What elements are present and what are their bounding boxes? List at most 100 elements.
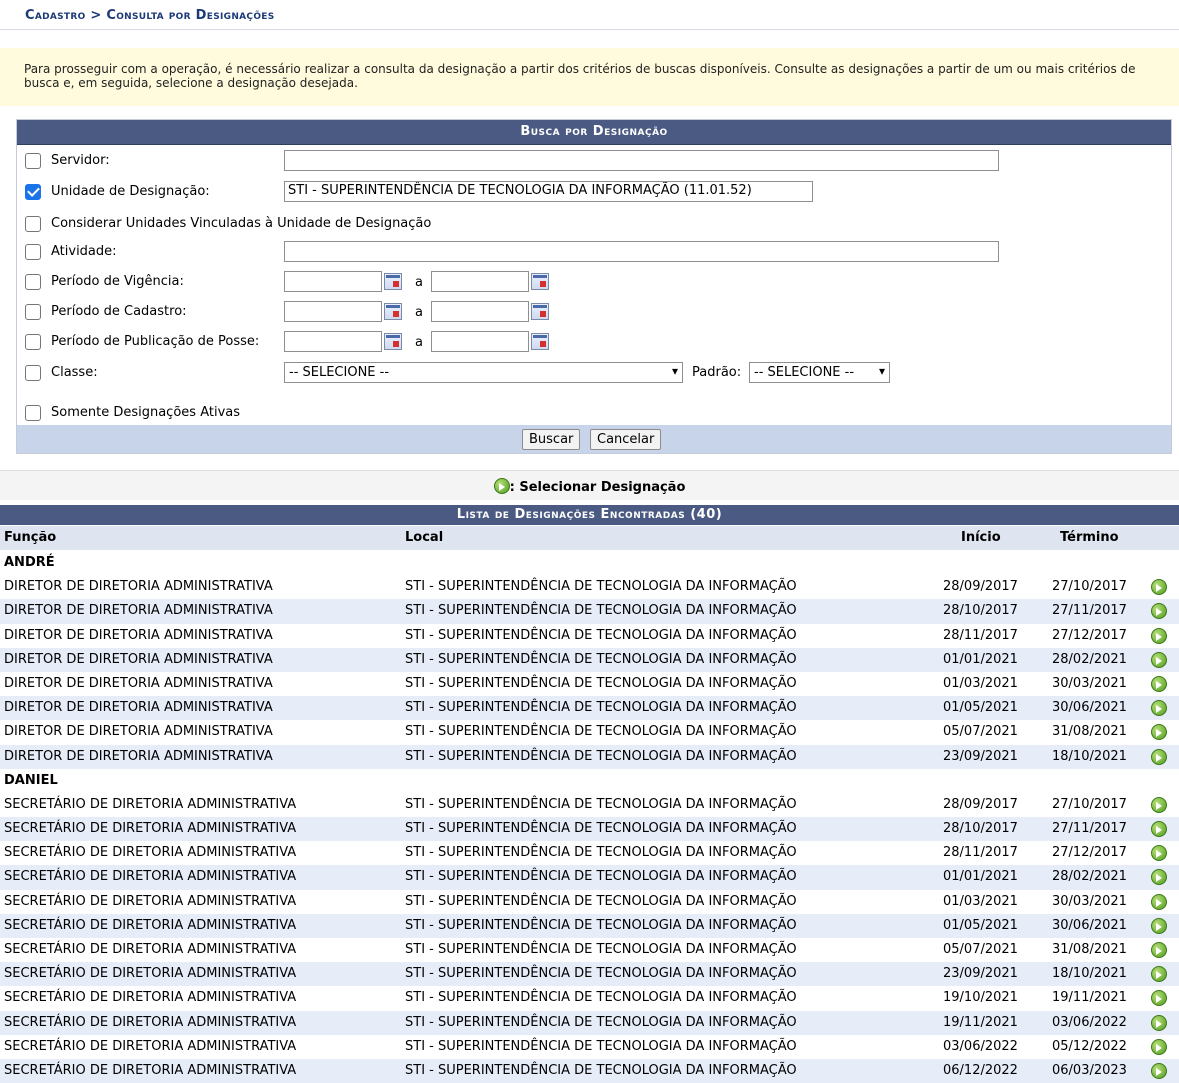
buscar-button[interactable]: Buscar [522,429,581,450]
cell-inicio: 05/07/2021 [943,942,1018,957]
posse-checkbox[interactable] [25,334,41,350]
vinculadas-label: Considerar Unidades Vinculadas à Unidade… [51,216,432,231]
select-arrow-icon[interactable] [1151,942,1167,958]
cell-termino: 27/10/2017 [1052,796,1127,812]
cell-inicio: 19/11/2021 [943,1014,1018,1030]
vigencia-end-input[interactable] [431,271,529,292]
range-separator: a [415,305,423,320]
row-servidor: Servidor: [25,150,1165,172]
select-arrow-icon[interactable] [1151,893,1167,910]
cell-termino: 03/06/2022 [1052,1014,1127,1030]
table-row: SECRETÁRIO DE DIRETORIA ADMINISTRATIVA ST… [0,913,1179,938]
row-unidade: Unidade de Designação: STI - SUPERINTEND… [25,181,1165,203]
cell-funcao: SECRETÁRIO DE DIRETORIA ADMINISTRATIVA [4,845,297,861]
table-row: DIRETOR DE DIRETORIA ADMINISTRATIVA STI -… [0,672,1179,696]
range-separator: a [415,335,423,350]
vinculadas-checkbox[interactable] [25,216,41,232]
cell-inicio: 28/11/2017 [943,845,1018,861]
cell-funcao: DIRETOR DE DIRETORIA ADMINISTRATIVA [4,627,273,643]
unidade-input[interactable]: STI - SUPERINTENDÊNCIA DE TECNOLOGIA DA … [284,181,813,202]
classe-select-value: -- SELECIONE -- [289,365,390,380]
cell-local: STI - SUPERINTENDÊNCIA DE TECNOLOGIA DA … [405,990,797,1006]
cell-inicio: 28/10/2017 [943,603,1018,619]
row-cadastro: Período de Cadastro: a [25,301,1165,323]
table-row: SECRETÁRIO DE DIRETORIA ADMINISTRATIVA ST… [0,841,1179,865]
select-arrow-icon[interactable] [1151,796,1167,813]
range-separator: a [415,275,423,290]
select-arrow-icon[interactable] [1151,748,1167,765]
cancelar-button[interactable]: Cancelar [590,429,662,450]
select-arrow-icon[interactable] [1151,845,1167,862]
cell-local: STI - SUPERINTENDÊNCIA DE TECNOLOGIA DA … [405,1014,797,1030]
chevron-down-icon: ▾ [878,364,885,378]
cell-local: STI - SUPERINTENDÊNCIA DE TECNOLOGIA DA … [405,845,797,861]
cell-termino: 28/02/2021 [1052,869,1127,885]
cell-funcao: DIRETOR DE DIRETORIA ADMINISTRATIVA [4,651,273,667]
select-arrow-icon[interactable] [1151,603,1167,620]
posse-start-input[interactable] [284,331,382,352]
select-arrow-icon[interactable] [1151,675,1167,692]
row-vinculadas: Considerar Unidades Vinculadas à Unidade… [25,213,1165,235]
table-row: SECRETÁRIO DE DIRETORIA ADMINISTRATIVA ST… [0,962,1179,987]
cadastro-start-input[interactable] [284,301,382,322]
padrao-label: Padrão: [692,365,742,380]
table-row: DIRETOR DE DIRETORIA ADMINISTRATIVA STI -… [0,696,1179,721]
servidor-input[interactable] [284,150,999,171]
cell-inicio: 06/12/2022 [943,1062,1018,1078]
calendar-icon[interactable] [531,333,549,350]
select-arrow-icon[interactable] [1151,917,1167,934]
atividade-checkbox[interactable] [25,244,41,260]
select-arrow-icon[interactable] [1151,700,1167,717]
search-panel-title: Busca por Designação [17,120,1171,145]
classe-select[interactable]: -- SELECIONE -- ▾ [284,362,683,383]
calendar-icon[interactable] [531,273,549,290]
select-arrow-icon[interactable] [1151,869,1167,886]
select-arrow-icon[interactable] [1151,651,1167,668]
vigencia-checkbox[interactable] [25,274,41,290]
cadastro-label: Período de Cadastro: [51,304,187,319]
select-arrow-icon[interactable] [1151,821,1167,838]
unidade-label: Unidade de Designação: [51,184,210,199]
vigencia-start-input[interactable] [284,271,382,292]
select-arrow-icon[interactable] [1151,579,1167,596]
servidor-checkbox[interactable] [25,153,41,169]
posse-end-input[interactable] [431,331,529,352]
cell-inicio: 23/09/2021 [943,966,1018,982]
designation-table-body: ANDRÉ DIRETOR DE DIRETORIA ADMINISTRATIVA… [0,551,1179,1083]
cell-termino: 30/03/2021 [1052,893,1127,909]
cell-funcao: SECRETÁRIO DE DIRETORIA ADMINISTRATIVA [4,966,297,982]
cell-inicio: 19/10/2021 [943,990,1018,1006]
select-arrow-icon[interactable] [1151,627,1167,644]
cell-funcao: SECRETÁRIO DE DIRETORIA ADMINISTRATIVA [4,893,297,909]
cell-local: STI - SUPERINTENDÊNCIA DE TECNOLOGIA DA … [405,700,797,716]
calendar-icon[interactable] [384,303,402,320]
calendar-icon[interactable] [531,303,549,320]
atividade-input[interactable] [284,241,999,262]
row-atividade: Atividade: [25,241,1165,263]
padrao-select[interactable]: -- SELECIONE -- ▾ [749,362,890,383]
select-arrow-icon[interactable] [1151,1038,1167,1055]
unidade-checkbox[interactable] [25,184,41,200]
classe-checkbox[interactable] [25,365,41,381]
cell-inicio: 01/01/2021 [943,869,1018,885]
cadastro-checkbox[interactable] [25,304,41,320]
select-arrow-icon[interactable] [1151,966,1167,983]
header-local: Local [405,530,444,545]
select-arrow-icon[interactable] [1151,990,1167,1007]
ativas-checkbox[interactable] [25,405,41,421]
select-arrow-icon[interactable] [1151,724,1167,741]
group-header: DANIEL [0,769,1179,793]
chevron-down-icon: ▾ [671,364,678,378]
cell-local: STI - SUPERINTENDÊNCIA DE TECNOLOGIA DA … [405,893,797,909]
calendar-icon[interactable] [384,333,402,350]
table-header: Função Local Início Término [0,526,1179,550]
cell-termino: 31/08/2021 [1052,724,1127,740]
cadastro-end-input[interactable] [431,301,529,322]
vigencia-label: Período de Vigência: [51,274,184,289]
cell-local: STI - SUPERINTENDÊNCIA DE TECNOLOGIA DA … [405,1038,797,1054]
select-arrow-icon[interactable] [1151,1014,1167,1031]
cell-termino: 18/10/2021 [1052,748,1127,764]
calendar-icon[interactable] [384,273,402,290]
breadcrumb: Cadastro > Consulta por Designações [0,0,1179,30]
cell-local: STI - SUPERINTENDÊNCIA DE TECNOLOGIA DA … [405,603,797,619]
